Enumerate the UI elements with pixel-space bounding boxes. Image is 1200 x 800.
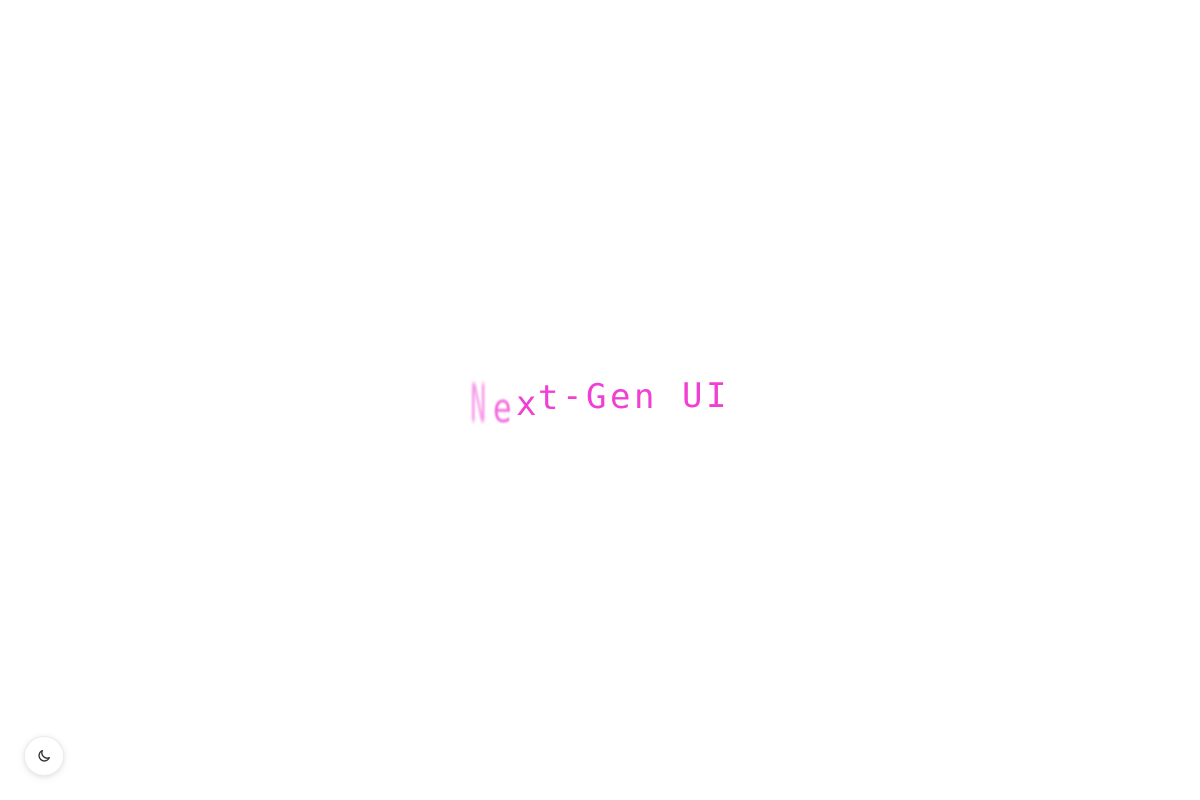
hero-title-glyph: e xyxy=(492,385,512,433)
hero-title-glyph: N xyxy=(470,373,487,436)
hero-title-glyph: - xyxy=(562,376,583,416)
moon-icon xyxy=(36,748,52,764)
page-canvas: Next-Gen UI Next-Gen UI xyxy=(0,0,1200,800)
hero-title-text: Next-Gen UI xyxy=(468,375,469,376)
hero-title-glyph: t xyxy=(538,378,559,418)
hero-title-glyph: e xyxy=(610,377,631,417)
hero-title-glyph: n xyxy=(634,377,655,417)
hero-title-glyph: G xyxy=(586,377,607,417)
hero-title-glyph: I xyxy=(706,376,727,416)
hero-title: Next-Gen UI Next-Gen UI xyxy=(468,375,738,445)
hero-title-glyph xyxy=(660,380,680,414)
hero-title-glyph: x xyxy=(516,384,537,424)
hero-title-glyph: U xyxy=(682,376,703,416)
theme-toggle-button[interactable] xyxy=(24,736,64,776)
